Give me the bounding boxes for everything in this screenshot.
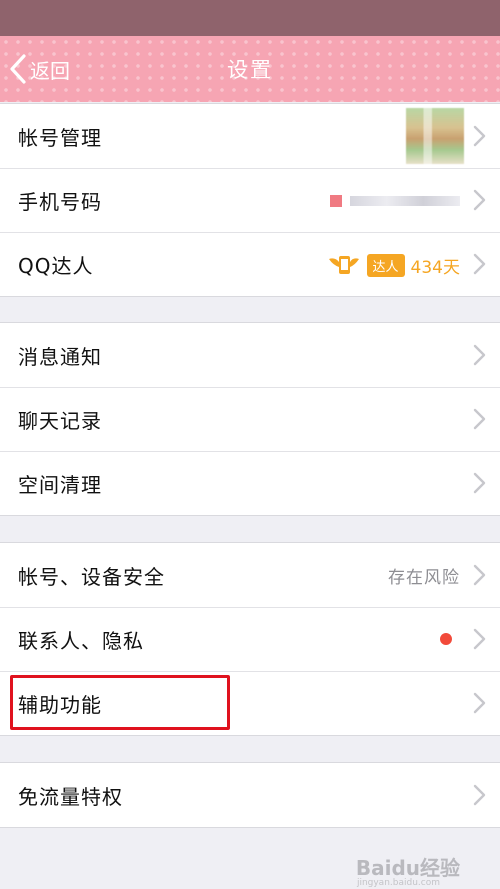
chevron-right-icon [473, 564, 486, 586]
row-label: 消息通知 [18, 344, 102, 369]
page-title: 设置 [227, 58, 273, 82]
row-device-security[interactable]: 帐号、设备安全 存在风险 [0, 543, 500, 607]
chevron-right-icon [473, 628, 486, 650]
phone-number-masked [330, 194, 460, 208]
watermark-sub: jingyan.baidu.com [356, 878, 440, 888]
row-label: 帐号管理 [18, 125, 102, 150]
talent-badge: 达人 434天 [327, 252, 460, 278]
row-notifications[interactable]: 消息通知 [0, 323, 500, 387]
row-label: 联系人、隐私 [18, 628, 144, 653]
chevron-right-icon [473, 253, 486, 275]
row-label: 帐号、设备安全 [18, 564, 165, 589]
chevron-right-icon [473, 408, 486, 430]
status-bar [0, 0, 500, 36]
talent-label: 达人 [366, 253, 405, 277]
chevron-right-icon [473, 344, 486, 366]
settings-group-general: 消息通知 聊天记录 空间清理 [0, 322, 500, 516]
chevron-right-icon [473, 189, 486, 211]
chevron-right-icon [473, 784, 486, 806]
avatar [406, 108, 464, 164]
watermark: Baidu经验 jingyan.baidu.com [355, 852, 460, 888]
settings-group-data: 免流量特权 [0, 762, 500, 828]
row-label: 免流量特权 [18, 784, 123, 809]
settings-group-security: 帐号、设备安全 存在风险 联系人、隐私 辅助功能 [0, 542, 500, 736]
row-contacts-privacy[interactable]: 联系人、隐私 [0, 607, 500, 671]
back-label: 返回 [30, 58, 70, 83]
row-label: 辅助功能 [18, 692, 102, 717]
row-free-data-privilege[interactable]: 免流量特权 [0, 763, 500, 827]
nav-bar: 返回 设置 [0, 36, 500, 102]
row-label: 手机号码 [18, 189, 102, 214]
row-phone-number[interactable]: 手机号码 [0, 168, 500, 232]
winged-phone-icon [327, 253, 361, 277]
watermark-brand: Baidu经验 [355, 856, 460, 880]
row-label: 空间清理 [18, 472, 102, 497]
chevron-left-icon [10, 54, 26, 84]
row-chat-history[interactable]: 聊天记录 [0, 387, 500, 451]
talent-days: 434天 [410, 257, 460, 278]
row-label: 聊天记录 [18, 408, 102, 433]
row-storage-cleanup[interactable]: 空间清理 [0, 451, 500, 515]
chevron-right-icon [473, 125, 486, 147]
settings-group-account: 帐号管理 手机号码 QQ达人 达人 434天 [0, 103, 500, 297]
risk-status-text: 存在风险 [388, 567, 460, 588]
row-qq-talent[interactable]: QQ达人 达人 434天 [0, 232, 500, 296]
row-account-management[interactable]: 帐号管理 [0, 104, 500, 168]
row-label: QQ达人 [18, 253, 94, 278]
chevron-right-icon [473, 472, 486, 494]
chevron-right-icon [473, 692, 486, 714]
back-button[interactable]: 返回 [8, 36, 70, 102]
unread-dot [440, 633, 452, 645]
row-accessibility[interactable]: 辅助功能 [0, 671, 500, 735]
